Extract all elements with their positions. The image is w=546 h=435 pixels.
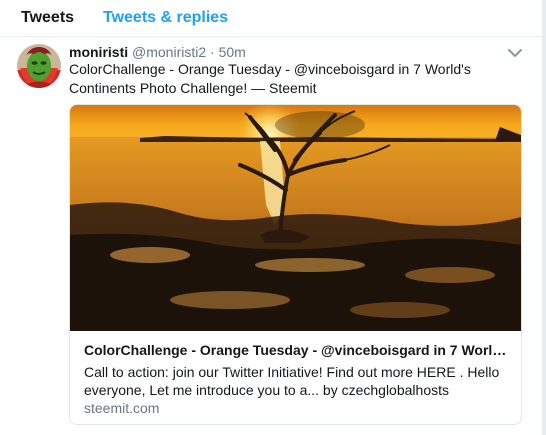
tweet-header: moniristi @moniristi2 · 50m — [69, 43, 246, 61]
card-domain: steemit.com — [84, 400, 160, 416]
display-name[interactable]: moniristi — [69, 44, 128, 60]
tab-tweets[interactable]: Tweets — [21, 8, 74, 28]
scrollbar-track[interactable] — [542, 0, 546, 435]
profile-tabs: Tweets Tweets & replies — [0, 0, 542, 37]
avatar[interactable] — [17, 44, 61, 88]
card-title[interactable]: ColorChallenge - Orange Tuesday - @vince… — [84, 341, 512, 359]
user-handle[interactable]: @moniristi2 — [132, 44, 206, 60]
tweet-timestamp[interactable]: 50m — [219, 44, 246, 60]
tweet-menu-button[interactable] — [507, 46, 523, 58]
header-separator: · — [210, 44, 215, 60]
card-image[interactable] — [70, 105, 521, 331]
chevron-down-icon — [508, 49, 522, 57]
card-description: Call to action: join our Twitter Initiat… — [84, 364, 500, 398]
tab-tweets-and-replies[interactable]: Tweets & replies — [103, 8, 228, 28]
link-preview-card[interactable]: ColorChallenge - Orange Tuesday - @vince… — [69, 104, 522, 425]
tweet-text: ColorChallenge - Orange Tuesday - @vince… — [69, 61, 471, 96]
green-face-avatar-icon — [17, 44, 61, 88]
